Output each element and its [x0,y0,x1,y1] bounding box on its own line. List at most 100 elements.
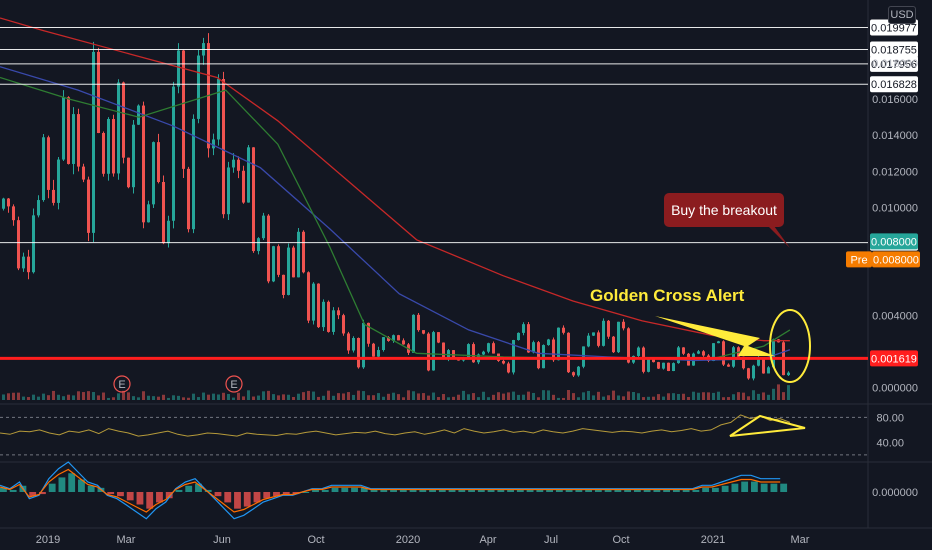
volume-bar [467,394,470,400]
macd-histogram-bar [770,483,778,492]
macd-histogram-bar [614,489,622,492]
price-chart[interactable]: 0.0199770.0187550.0179560.0168280.008040… [0,0,932,550]
macd-histogram-bar [624,489,632,492]
macd-histogram-bar [692,489,700,492]
volume-bar [577,397,580,400]
macd-histogram-bar [185,485,193,492]
volume-bar [587,390,590,400]
candle-body [42,137,45,201]
candle-body [142,105,145,223]
candle-body [617,321,620,353]
candle-body [2,198,5,209]
volume-bar [727,397,730,400]
candle-body [7,198,10,207]
candle-body [127,157,130,188]
volume-bar [347,392,350,400]
candle-body [567,332,570,373]
volume-bar [2,394,5,400]
volume-bar [427,395,430,400]
volume-bar [527,391,530,400]
volume-bar [642,397,645,400]
volume-bar [647,396,650,400]
macd-histogram-bar [741,481,749,492]
macd-histogram-bar [126,492,134,501]
volume-bar [177,395,180,400]
volume-bar [417,393,420,400]
volume-bar [7,393,10,400]
candle-body [197,55,200,119]
volume-bar [592,395,595,400]
candle-body [77,114,80,167]
candle-body [217,79,220,140]
resistance-label: 0.016828 [871,79,917,91]
macd-histogram-bar [214,492,222,497]
candle-body [417,314,420,331]
macd-histogram-bar [9,489,17,492]
candle-body [767,367,770,374]
volume-bar [762,392,765,400]
candle-body [117,82,120,174]
volume-bar [767,394,770,400]
candle-body [327,301,330,332]
resistance-label: 0.019977 [871,22,917,34]
volume-bar [602,396,605,400]
candle-body [162,181,165,244]
volume-bar [657,394,660,400]
macd-histogram-bar [594,489,602,492]
price-tick-label: 0.018000 [872,58,918,70]
candle-body [452,350,455,358]
volume-bar [412,391,415,400]
candle-body [442,342,445,360]
candle-body [272,246,275,282]
volume-bar [682,393,685,400]
time-tick-label: Jun [213,534,231,546]
volume-bar [47,395,50,400]
candle-body [622,321,625,329]
candle-body [347,333,350,351]
candle-body [57,159,60,203]
volume-bar [687,397,690,400]
candle-body [717,341,720,344]
macd-histogram-bar [604,489,612,492]
candle-body [602,320,605,346]
macd-histogram-bar [575,489,583,492]
macd-histogram-bar [633,489,641,492]
candle-body [317,283,320,328]
volume-bar [547,390,550,400]
macd-histogram-bar [526,489,534,492]
candle-body [517,332,520,341]
volume-bar [407,390,410,400]
candle-body [752,365,755,379]
candle-body [612,336,615,353]
macd-histogram-bar [282,492,290,495]
currency-button[interactable]: USD [888,6,916,24]
volume-bar [147,395,150,400]
candle-body [397,335,400,341]
volume-bar [342,393,345,400]
volume-bar [612,390,615,400]
candle-body [377,350,380,357]
volume-bar [152,396,155,400]
volume-bar [777,384,780,400]
macd-histogram-bar [555,489,563,492]
candle-body [352,337,355,351]
candle-body [662,362,665,369]
volume-bar [582,392,585,400]
macd-histogram-bar [672,489,680,492]
macd-histogram-bar [68,473,76,492]
volume-bar [557,397,560,400]
volume-bar [512,391,515,400]
candle-body [147,204,150,223]
time-tick-label: Mar [791,534,810,546]
volume-bar [142,391,145,400]
candle-body [582,346,585,367]
macd-histogram-bar [224,492,232,503]
volume-bar [107,397,110,400]
macd-histogram-bar [312,489,319,492]
candle-body [647,358,650,372]
volume-bar [672,393,675,400]
volume-bar [537,397,540,400]
candle-body [502,360,505,364]
volume-bar [752,390,755,400]
volume-bar [457,394,460,400]
